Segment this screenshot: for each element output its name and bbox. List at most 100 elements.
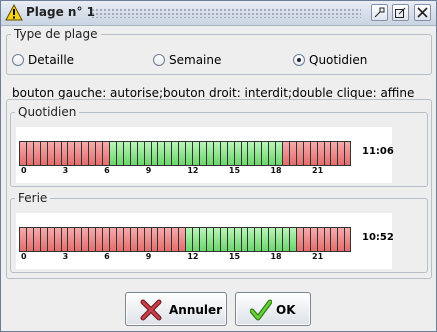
time-slot-forbidden[interactable]: [330, 142, 338, 165]
time-slot-forbidden[interactable]: [143, 228, 151, 251]
time-slot-allowed[interactable]: [192, 142, 199, 165]
time-slot-forbidden[interactable]: [288, 142, 296, 165]
time-slot-forbidden[interactable]: [323, 142, 331, 165]
time-slot-allowed[interactable]: [261, 228, 269, 251]
time-slot-forbidden[interactable]: [19, 142, 26, 165]
time-slot-forbidden[interactable]: [337, 228, 345, 251]
time-slot-forbidden[interactable]: [150, 228, 158, 251]
time-slot-forbidden[interactable]: [53, 142, 61, 165]
time-slot-forbidden[interactable]: [323, 228, 331, 251]
time-slot-forbidden[interactable]: [95, 228, 103, 251]
time-slot-allowed[interactable]: [254, 228, 262, 251]
radio-circle[interactable]: [153, 54, 165, 66]
time-slot-allowed[interactable]: [275, 142, 283, 165]
time-slot-forbidden[interactable]: [81, 142, 89, 165]
radio-circle[interactable]: [293, 54, 305, 66]
time-slot-forbidden[interactable]: [81, 228, 89, 251]
time-slot-allowed[interactable]: [129, 142, 137, 165]
time-slot-allowed[interactable]: [157, 142, 165, 165]
time-slot-allowed[interactable]: [198, 142, 206, 165]
time-slot-allowed[interactable]: [261, 142, 269, 165]
time-slot-forbidden[interactable]: [171, 228, 179, 251]
schedule-bar[interactable]: [19, 227, 352, 252]
time-slot-allowed[interactable]: [205, 142, 213, 165]
time-slot-forbidden[interactable]: [295, 228, 303, 251]
time-slot-forbidden[interactable]: [60, 228, 68, 251]
time-slot-allowed[interactable]: [198, 228, 206, 251]
time-slot-forbidden[interactable]: [88, 228, 96, 251]
time-slot-allowed[interactable]: [275, 228, 283, 251]
time-slot-forbidden[interactable]: [95, 142, 103, 165]
time-slot-forbidden[interactable]: [282, 142, 289, 165]
ok-button[interactable]: OK: [235, 292, 311, 326]
time-slot-allowed[interactable]: [205, 228, 213, 251]
time-slot-allowed[interactable]: [240, 228, 248, 251]
time-slot-forbidden[interactable]: [302, 228, 310, 251]
title-bar[interactable]: Plage n° 1: [1, 1, 436, 26]
time-slot-forbidden[interactable]: [295, 142, 303, 165]
time-slot-allowed[interactable]: [150, 142, 158, 165]
time-slot-forbidden[interactable]: [67, 142, 75, 165]
time-slot-allowed[interactable]: [192, 228, 199, 251]
time-slot-forbidden[interactable]: [67, 228, 75, 251]
time-slot-forbidden[interactable]: [60, 142, 68, 165]
time-slot-forbidden[interactable]: [316, 142, 324, 165]
time-slot-allowed[interactable]: [171, 142, 179, 165]
minimize-button[interactable]: [371, 4, 388, 21]
time-slot-allowed[interactable]: [288, 228, 296, 251]
time-slot-forbidden[interactable]: [32, 228, 40, 251]
time-slot-allowed[interactable]: [268, 142, 276, 165]
time-slot-forbidden[interactable]: [178, 228, 186, 251]
time-slot-forbidden[interactable]: [25, 142, 33, 165]
maximize-button[interactable]: [392, 4, 409, 21]
time-slot-forbidden[interactable]: [136, 228, 144, 251]
time-slot-allowed[interactable]: [226, 228, 234, 251]
time-slot-allowed[interactable]: [164, 142, 172, 165]
time-slot-forbidden[interactable]: [53, 228, 61, 251]
time-slot-allowed[interactable]: [226, 142, 234, 165]
time-slot-forbidden[interactable]: [309, 142, 317, 165]
time-slot-forbidden[interactable]: [157, 228, 165, 251]
time-slot-forbidden[interactable]: [337, 142, 345, 165]
time-slot-allowed[interactable]: [268, 228, 276, 251]
time-slot-forbidden[interactable]: [302, 142, 310, 165]
close-button[interactable]: [414, 4, 431, 21]
time-slot-allowed[interactable]: [136, 142, 144, 165]
time-slot-forbidden[interactable]: [39, 142, 47, 165]
time-slot-forbidden[interactable]: [74, 228, 82, 251]
time-slot-allowed[interactable]: [108, 142, 116, 165]
radio-circle[interactable]: [12, 54, 24, 66]
time-slot-allowed[interactable]: [233, 228, 241, 251]
time-slot-forbidden[interactable]: [330, 228, 338, 251]
time-slot-allowed[interactable]: [219, 142, 227, 165]
time-slot-forbidden[interactable]: [102, 228, 109, 251]
time-slot-allowed[interactable]: [212, 228, 220, 251]
time-slot-forbidden[interactable]: [344, 142, 352, 165]
time-slot-forbidden[interactable]: [129, 228, 137, 251]
time-slot-forbidden[interactable]: [46, 228, 54, 251]
time-slot-forbidden[interactable]: [309, 228, 317, 251]
time-slot-allowed[interactable]: [233, 142, 241, 165]
cancel-button[interactable]: Annuler: [125, 292, 227, 326]
time-slot-forbidden[interactable]: [344, 228, 352, 251]
time-slot-forbidden[interactable]: [88, 142, 96, 165]
time-slot-forbidden[interactable]: [39, 228, 47, 251]
time-slot-allowed[interactable]: [219, 228, 227, 251]
time-slot-forbidden[interactable]: [46, 142, 54, 165]
time-slot-forbidden[interactable]: [164, 228, 172, 251]
time-slot-forbidden[interactable]: [316, 228, 324, 251]
time-slot-forbidden[interactable]: [74, 142, 82, 165]
time-slot-allowed[interactable]: [240, 142, 248, 165]
time-slot-allowed[interactable]: [247, 142, 255, 165]
time-slot-allowed[interactable]: [178, 142, 186, 165]
time-slot-forbidden[interactable]: [108, 228, 116, 251]
time-slot-allowed[interactable]: [143, 142, 151, 165]
time-slot-forbidden[interactable]: [19, 228, 26, 251]
time-slot-forbidden[interactable]: [32, 142, 40, 165]
time-slot-allowed[interactable]: [212, 142, 220, 165]
time-slot-allowed[interactable]: [282, 228, 289, 251]
time-slot-forbidden[interactable]: [115, 228, 123, 251]
time-slot-allowed[interactable]: [115, 142, 123, 165]
time-slot-forbidden[interactable]: [25, 228, 33, 251]
time-slot-allowed[interactable]: [185, 142, 193, 165]
